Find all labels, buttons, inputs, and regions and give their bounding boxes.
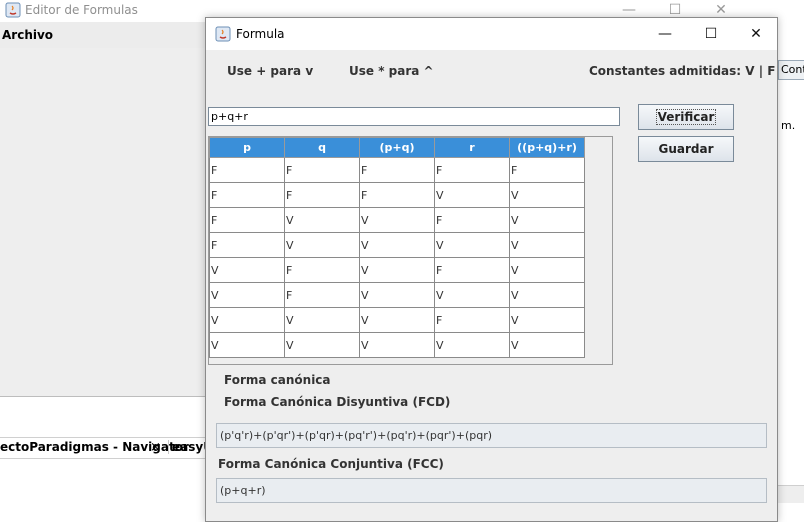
column-header-p[interactable]: p <box>209 137 285 158</box>
table-cell[interactable]: F <box>209 232 285 258</box>
table-cell[interactable]: F <box>434 207 510 233</box>
table-cell[interactable]: F <box>509 157 585 183</box>
table-cell[interactable]: V <box>209 307 285 333</box>
close-button[interactable]: ✕ <box>733 18 777 50</box>
column-header-r[interactable]: r <box>434 137 510 158</box>
table-cell[interactable]: V <box>284 207 360 233</box>
right-partial-button[interactable]: Contr <box>778 60 804 80</box>
column-header-p-or-q[interactable]: (p+q) <box>359 137 435 158</box>
table-cell[interactable]: V <box>359 257 435 283</box>
table-cell[interactable]: V <box>284 332 360 358</box>
column-header-q[interactable]: q <box>284 137 360 158</box>
table-cell[interactable]: F <box>284 157 360 183</box>
save-button[interactable]: Guardar <box>638 136 734 162</box>
fcc-output[interactable]: (p+q+r) <box>216 478 767 503</box>
java-app-icon <box>215 26 231 42</box>
table-cell[interactable]: F <box>209 157 285 183</box>
table-cell[interactable]: V <box>434 232 510 258</box>
table-cell[interactable]: V <box>509 182 585 208</box>
minimize-button[interactable]: — <box>642 18 688 50</box>
hint-constants: Constantes admitidas: V | F <box>589 64 776 78</box>
table-row[interactable]: VFVFV <box>209 257 585 283</box>
table-cell[interactable]: F <box>284 282 360 308</box>
hint-or: Use + para v <box>227 64 314 78</box>
table-cell[interactable]: V <box>509 282 585 308</box>
table-cell[interactable]: F <box>359 157 435 183</box>
tab-easyu[interactable]: easyU <box>168 440 206 454</box>
table-cell[interactable]: V <box>434 332 510 358</box>
table-row[interactable]: FFFVV <box>209 182 585 208</box>
fcd-output[interactable]: (p'q'r)+(p'qr')+(p'qr)+(pq'r')+(pq'r)+(p… <box>216 423 767 448</box>
table-cell[interactable]: F <box>284 182 360 208</box>
table-cell[interactable]: V <box>209 282 285 308</box>
formula-window-title: Formula <box>236 27 285 41</box>
formula-titlebar[interactable]: Formula — ☐ ✕ <box>206 18 777 50</box>
table-cell[interactable]: V <box>284 232 360 258</box>
verify-button-label: Verificar <box>655 109 717 125</box>
verify-button[interactable]: Verificar <box>638 104 734 130</box>
table-cell[interactable]: F <box>359 182 435 208</box>
truth-table: p q (p+q) r ((p+q)+r) FFFFFFFFVVFVVFVFVV… <box>209 137 585 358</box>
table-row[interactable]: VVVVV <box>209 332 585 358</box>
table-cell[interactable]: F <box>284 257 360 283</box>
table-cell[interactable]: F <box>209 207 285 233</box>
fcc-label: Forma Canónica Conjuntiva (FCC) <box>218 457 444 471</box>
maximize-button[interactable]: ☐ <box>688 18 734 50</box>
table-cell[interactable]: F <box>434 157 510 183</box>
table-cell[interactable]: F <box>434 307 510 333</box>
canonical-form-label: Forma canónica <box>224 373 331 387</box>
close-icon[interactable]: × <box>150 440 161 455</box>
table-cell[interactable]: V <box>509 332 585 358</box>
table-row[interactable]: FVVFV <box>209 207 585 233</box>
truth-table-scrollpane[interactable]: p q (p+q) r ((p+q)+r) FFFFFFFFVVFVVFVFVV… <box>208 136 613 365</box>
table-cell[interactable]: V <box>284 307 360 333</box>
table-cell[interactable]: V <box>359 307 435 333</box>
table-cell[interactable]: V <box>509 207 585 233</box>
table-row[interactable]: VVVFV <box>209 307 585 333</box>
table-row[interactable]: VFVVV <box>209 282 585 308</box>
hint-and: Use * para ^ <box>349 64 434 78</box>
formula-window: Formula — ☐ ✕ Use + para v Use * para ^ … <box>205 17 778 522</box>
menu-archivo[interactable]: Archivo <box>2 28 53 42</box>
table-cell[interactable]: V <box>209 257 285 283</box>
table-cell[interactable]: V <box>509 257 585 283</box>
table-cell[interactable]: V <box>434 182 510 208</box>
table-cell[interactable]: V <box>434 282 510 308</box>
table-header-row: p q (p+q) r ((p+q)+r) <box>209 137 585 158</box>
table-cell[interactable]: V <box>509 307 585 333</box>
right-partial-text: m. <box>781 119 796 132</box>
table-row[interactable]: FVVVV <box>209 232 585 258</box>
table-cell[interactable]: V <box>509 232 585 258</box>
table-cell[interactable]: V <box>359 332 435 358</box>
table-cell[interactable]: F <box>209 182 285 208</box>
java-app-icon <box>5 2 21 18</box>
table-cell[interactable]: V <box>359 232 435 258</box>
column-header-result[interactable]: ((p+q)+r) <box>509 137 585 158</box>
fcd-label: Forma Canónica Disyuntiva (FCD) <box>224 395 451 409</box>
table-cell[interactable]: V <box>359 207 435 233</box>
table-cell[interactable]: V <box>359 282 435 308</box>
table-cell[interactable]: V <box>209 332 285 358</box>
formula-input[interactable] <box>208 107 620 126</box>
background-window-title: Editor de Formulas <box>25 3 138 17</box>
right-bottom-bar <box>778 485 804 503</box>
table-cell[interactable]: F <box>434 257 510 283</box>
table-row[interactable]: FFFFF <box>209 157 585 183</box>
